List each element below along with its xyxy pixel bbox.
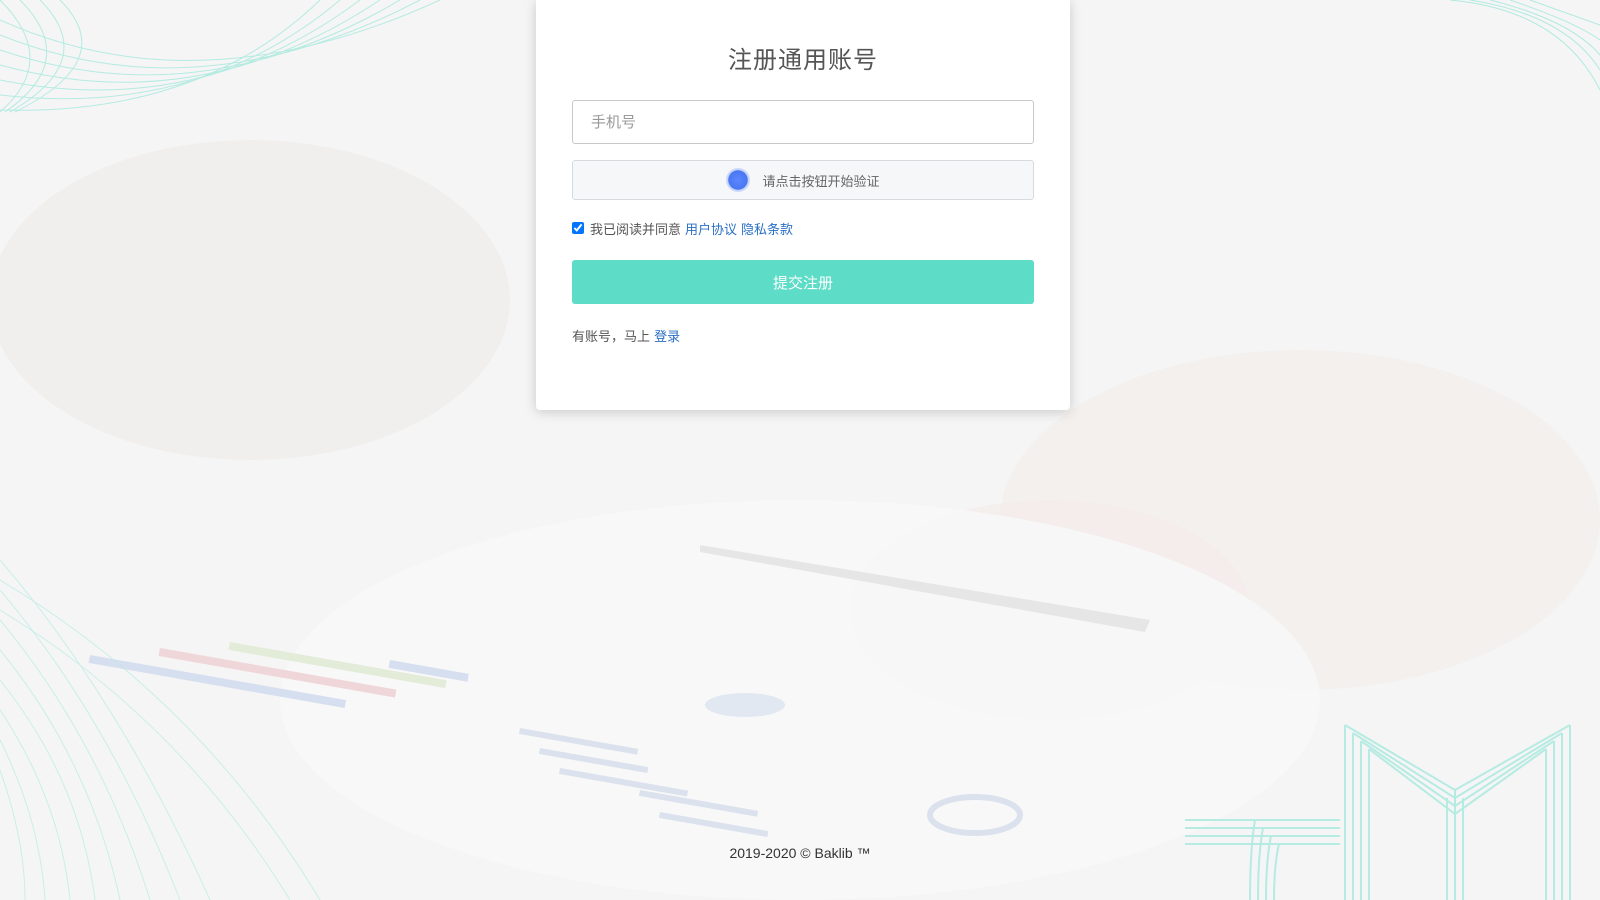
verify-circle-icon: [726, 168, 751, 192]
user-agreement-link[interactable]: 用户协议: [685, 219, 737, 238]
register-card: 注册通用账号 请点击按钮开始验证 我已阅读并同意 用户协议 隐私条款 提交注册 …: [536, 0, 1070, 410]
footer-copyright: 2019-2020 © Baklib ™: [729, 845, 871, 861]
login-link[interactable]: 登录: [654, 330, 680, 345]
login-row: 有账号，马上 登录: [572, 326, 1034, 345]
phone-input[interactable]: [572, 100, 1034, 144]
agree-text: 我已阅读并同意: [590, 222, 682, 238]
privacy-link[interactable]: 隐私条款: [741, 219, 793, 238]
submit-register-button[interactable]: 提交注册: [572, 260, 1034, 304]
verify-text: 请点击按钮开始验证: [762, 174, 880, 190]
agreement-row: 我已阅读并同意 用户协议 隐私条款: [572, 218, 1034, 238]
agree-checkbox[interactable]: [572, 222, 584, 234]
captcha-verify-button[interactable]: 请点击按钮开始验证: [572, 160, 1034, 200]
page-title: 注册通用账号: [728, 46, 878, 74]
login-prompt: 有账号，马上: [572, 330, 651, 345]
